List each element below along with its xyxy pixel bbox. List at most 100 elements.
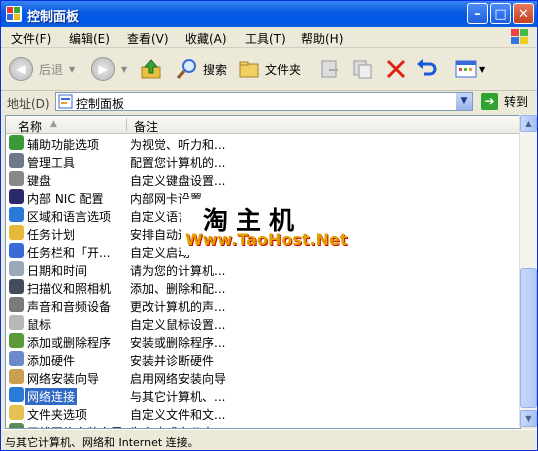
list-item[interactable]: 声音和音频设备 更改计算机的声... — [6, 296, 520, 314]
back-arrow-icon: ◀ — [9, 57, 33, 81]
column-name[interactable]: 名称 — [18, 118, 42, 135]
status-text: 与其它计算机、网络和 Internet 连接。 — [5, 436, 199, 449]
delete-button[interactable] — [385, 54, 407, 84]
network-card-icon — [9, 189, 24, 204]
scroll-thumb[interactable] — [520, 268, 537, 408]
item-name: 网络安装向导 — [27, 372, 100, 386]
status-bar: 与其它计算机、网络和 Internet 连接。 — [1, 429, 537, 450]
address-field[interactable]: 控制面板 ▼ — [55, 92, 473, 111]
column-divider[interactable] — [126, 118, 127, 131]
item-name: 键盘 — [27, 174, 52, 188]
item-name: 辅助功能选项 — [27, 138, 100, 152]
undo-button[interactable] — [415, 54, 439, 84]
list-item[interactable]: 网络安装向导 启用网络安装向导 — [6, 368, 520, 386]
item-name: 管理工具 — [27, 156, 76, 170]
menu-tools[interactable]: 工具(T) — [245, 30, 286, 47]
scroll-down-button[interactable]: ▼ — [520, 410, 537, 427]
move-to-button[interactable] — [319, 54, 341, 84]
go-button[interactable]: ➔ 转到 — [481, 93, 528, 110]
list-item[interactable]: 管理工具 配置您计算机的... — [6, 152, 520, 170]
menu-file[interactable]: 文件(F) — [11, 30, 51, 47]
undo-icon — [417, 59, 437, 76]
accessibility-icon — [9, 135, 24, 150]
item-name: 鼠标 — [27, 318, 52, 332]
menu-bar: 文件(F) 编辑(E) 查看(V) 收藏(A) 工具(T) 帮助(H) — [1, 27, 537, 48]
go-arrow-icon: ➔ — [481, 93, 498, 110]
copy-to-icon — [353, 60, 372, 79]
admin-tools-icon — [9, 153, 24, 168]
add-hardware-icon — [9, 351, 24, 366]
minimize-button[interactable]: – — [467, 3, 488, 24]
item-name: 网络连接 — [25, 388, 78, 405]
list-item[interactable]: 网络连接 与其它计算机、... — [6, 386, 520, 405]
delete-icon — [386, 59, 406, 79]
forward-dropdown-icon: ▼ — [121, 64, 128, 74]
folders-label: 文件夹 — [265, 62, 302, 77]
list-item[interactable]: 鼠标 自定义鼠标设置... — [6, 314, 520, 332]
maximize-button[interactable]: □ — [490, 3, 511, 24]
taskbar-icon — [9, 243, 24, 258]
scanner-icon — [9, 279, 24, 294]
search-icon — [176, 59, 196, 79]
address-dropdown-icon[interactable]: ▼ — [456, 93, 472, 110]
column-note[interactable]: 备注 — [134, 118, 158, 135]
close-button[interactable]: ✕ — [513, 3, 534, 24]
item-name: 添加硬件 — [27, 354, 76, 368]
item-description: 添加、删除和配... — [130, 282, 226, 296]
menu-favorites[interactable]: 收藏(A) — [185, 30, 227, 47]
list-item[interactable]: 辅助功能选项 为视觉、听力和... — [6, 134, 520, 152]
forward-arrow-icon: ▶ — [91, 57, 115, 81]
scheduled-tasks-icon — [9, 225, 24, 240]
globe-icon — [9, 207, 24, 222]
up-folder-button[interactable] — [139, 54, 163, 84]
watermark: 淘主机 Www.TaoHost.Net — [181, 199, 355, 255]
back-button[interactable]: ◀ 后退 ▼ — [9, 54, 75, 84]
list-item[interactable]: 扫描仪和照相机 添加、删除和配... — [6, 278, 520, 296]
item-description: 请为您的计算机... — [130, 264, 226, 278]
menu-edit[interactable]: 编辑(E) — [69, 30, 110, 47]
list-item[interactable]: 添加硬件 安装并诊断硬件 — [6, 350, 520, 368]
list-item[interactable]: 键盘 自定义键盘设置... — [6, 170, 520, 188]
go-label: 转到 — [504, 95, 529, 109]
item-name: 区域和语言选项 — [27, 210, 112, 224]
menu-view[interactable]: 查看(V) — [127, 30, 169, 47]
network-wizard-icon — [9, 369, 24, 384]
sort-ascending-icon: ▲ — [50, 119, 57, 129]
vertical-scrollbar[interactable]: ▲ ▼ — [519, 115, 537, 427]
scroll-up-button[interactable]: ▲ — [520, 115, 537, 132]
toolbar: ◀ 后退 ▼ ▶ ▼ 搜索 文件夹 ▼ — [1, 48, 537, 91]
mouse-icon — [9, 315, 24, 330]
list-item[interactable]: 日期和时间 请为您的计算机... — [6, 260, 520, 278]
list-item[interactable]: 无线网络安装向导为家庭或办公室... — [6, 422, 520, 428]
folder-options-icon — [9, 405, 24, 420]
item-description: 启用网络安装向导 — [130, 372, 227, 386]
item-description: 自定义鼠标设置... — [130, 318, 226, 332]
list-item[interactable]: 文件夹选项 自定义文件和文... — [6, 404, 520, 422]
folders-icon — [239, 61, 259, 78]
folders-button[interactable]: 文件夹 — [237, 54, 301, 84]
search-button[interactable]: 搜索 — [175, 54, 227, 84]
item-name: 内部 NIC 配置 — [27, 192, 104, 206]
views-button[interactable]: ▼ — [455, 54, 485, 84]
add-remove-icon — [9, 333, 24, 348]
item-name: 文件夹选项 — [27, 408, 88, 422]
item-description: 自定义文件和文... — [130, 408, 226, 422]
file-list: 名称 ▲ 备注 辅助功能选项 为视觉、听力和... 管理工具 配置您计算机的... 键盘… — [5, 115, 521, 429]
watermark-url: Www.TaoHost.Net — [185, 230, 348, 249]
item-description: 配置您计算机的... — [130, 156, 226, 170]
explorer-window: 控制面板 – □ ✕ 文件(F) 编辑(E) 查看(V) 收藏(A) 工具(T)… — [0, 0, 538, 451]
copy-to-button[interactable] — [351, 54, 373, 84]
item-name: 日期和时间 — [27, 264, 88, 278]
menu-help[interactable]: 帮助(H) — [301, 30, 343, 47]
forward-button[interactable]: ▶ ▼ — [91, 54, 127, 84]
title-bar[interactable]: 控制面板 – □ ✕ — [1, 1, 537, 27]
item-description: 自定义键盘设置... — [130, 174, 226, 188]
item-description: 安装或删除程序... — [130, 336, 226, 350]
list-item[interactable]: 添加或删除程序 安装或删除程序... — [6, 332, 520, 350]
keyboard-icon — [9, 171, 24, 186]
network-connections-icon — [9, 387, 24, 402]
windows-logo-icon — [511, 29, 528, 44]
item-description: 安装并诊断硬件 — [130, 354, 215, 368]
up-folder-icon — [141, 59, 161, 79]
back-label: 后退 — [39, 62, 64, 77]
